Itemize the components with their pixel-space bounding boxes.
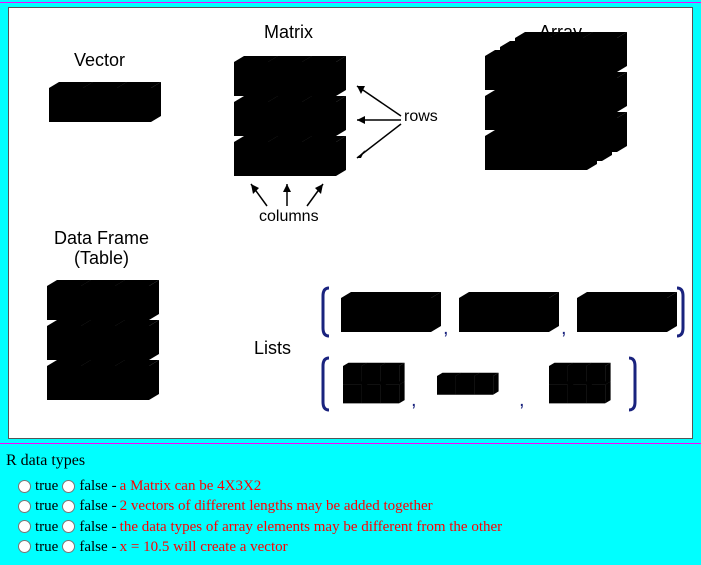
q2-text: 2 vectors of different lengths may be ad… [120, 496, 433, 516]
quiz-row-4: true false - x = 10.5 will create a vect… [4, 537, 693, 557]
dash: - [112, 476, 120, 496]
dash: - [112, 537, 120, 557]
q1-true-label: true [33, 476, 62, 496]
q2-true-label: true [33, 496, 62, 516]
svg-text:,: , [519, 389, 525, 411]
dash: - [112, 517, 120, 537]
q4-true-radio[interactable] [18, 540, 31, 553]
quiz-row-1: true false - a Matrix can be 4X3X2 [4, 476, 693, 496]
q3-false-label: false [77, 517, 111, 537]
q2-true-radio[interactable] [18, 500, 31, 513]
q2-false-label: false [77, 496, 111, 516]
q4-false-radio[interactable] [62, 540, 75, 553]
q4-false-label: false [77, 537, 111, 557]
q3-true-label: true [33, 517, 62, 537]
q1-text: a Matrix can be 4X3X2 [120, 476, 262, 496]
matrix-cubes [234, 56, 346, 176]
vector-cubes [49, 82, 161, 122]
q2-false-radio[interactable] [62, 500, 75, 513]
horizontal-rule-2 [0, 443, 701, 444]
q3-false-radio[interactable] [62, 520, 75, 533]
quiz-title: R data types [6, 452, 693, 470]
q1-true-radio[interactable] [18, 480, 31, 493]
columns-arrows [251, 184, 323, 206]
svg-text:,: , [561, 317, 567, 339]
svg-text:,: , [411, 389, 417, 411]
svg-text:,: , [443, 317, 449, 339]
horizontal-rule [0, 2, 701, 3]
r-data-types-diagram: Vector Matrix Array Data Frame (Table) r… [8, 7, 693, 439]
q1-false-radio[interactable] [62, 480, 75, 493]
lists-group: , , , , [323, 288, 683, 411]
dataframe-cubes [47, 280, 159, 400]
q1-false-label: false [77, 476, 111, 496]
dash: - [112, 496, 120, 516]
rows-arrows [357, 86, 401, 158]
diagram-svg: , , , , [9, 8, 692, 436]
q3-text: the data types of array elements may be … [120, 517, 503, 537]
array-cubes [485, 32, 627, 170]
q3-true-radio[interactable] [18, 520, 31, 533]
quiz-section: R data types true false - a Matrix can b… [0, 446, 701, 565]
q4-true-label: true [33, 537, 62, 557]
quiz-row-2: true false - 2 vectors of different leng… [4, 496, 693, 516]
q4-text: x = 10.5 will create a vector [120, 537, 288, 557]
quiz-row-3: true false - the data types of array ele… [4, 517, 693, 537]
